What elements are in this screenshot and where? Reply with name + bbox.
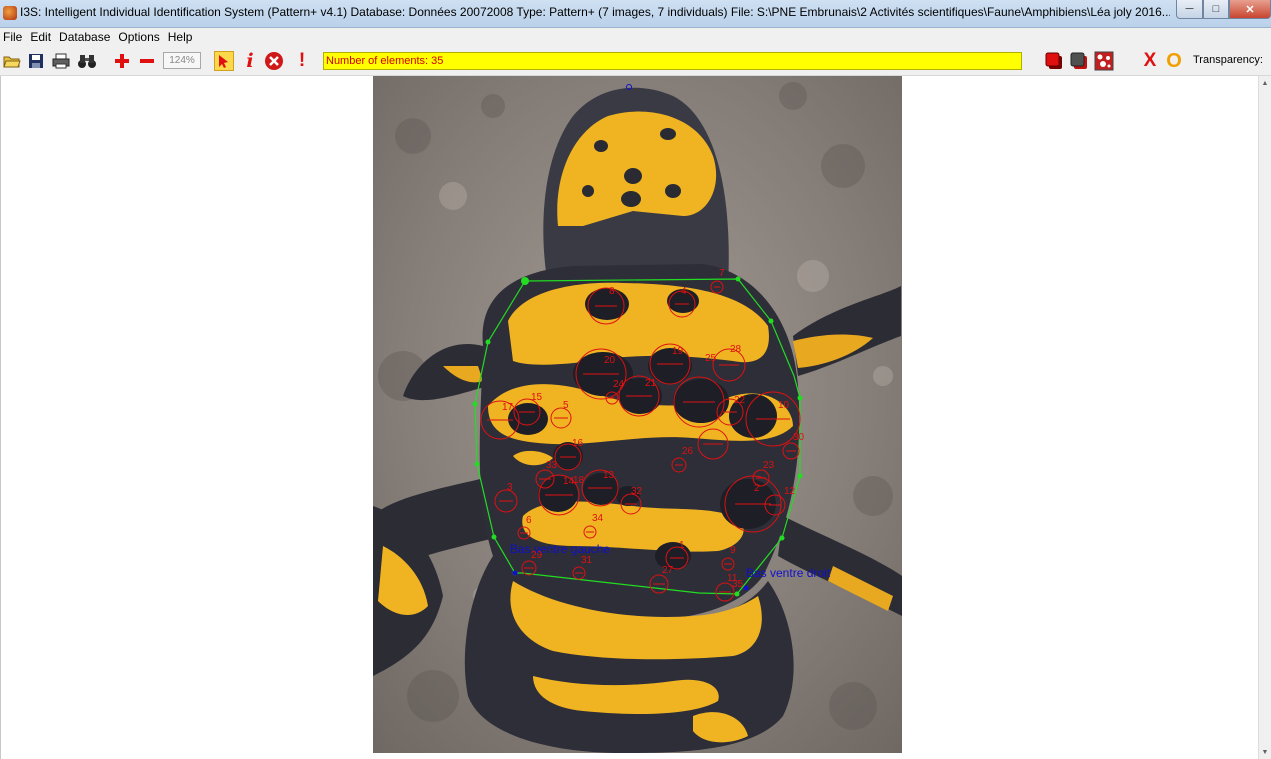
print-icon[interactable] [51,51,71,71]
title-bar: I3S: Intelligent Individual Identificati… [0,0,1271,28]
svg-text:6: 6 [526,515,532,526]
reference-label-left: Bas ventre gauche [510,542,610,556]
svg-text:21: 21 [645,378,657,389]
svg-text:10: 10 [778,400,790,411]
svg-text:17: 17 [502,402,514,413]
svg-text:2: 2 [754,483,760,494]
app-icon [3,6,17,20]
svg-text:34: 34 [592,513,604,524]
svg-text:27: 27 [662,565,674,576]
open-folder-icon[interactable] [2,51,22,71]
svg-text:33: 33 [546,460,558,471]
toolbar: 124% i ! Number of elements: 35 X O Tran… [0,46,1271,76]
transparency-label: Transparency: [1193,54,1263,66]
dark-square-icon[interactable] [1069,51,1089,71]
minimize-button[interactable]: ─ [1176,0,1203,19]
close-icon: ✕ [1245,3,1255,16]
zoom-out-icon[interactable] [137,51,157,71]
svg-text:30: 30 [793,432,805,443]
minimize-icon: ─ [1185,3,1194,15]
svg-text:32: 32 [631,486,643,497]
svg-text:4: 4 [681,286,687,297]
info-icon[interactable]: i [240,50,260,72]
warning-icon[interactable]: ! [292,50,312,71]
svg-text:18: 18 [573,475,585,486]
maximize-button[interactable]: □ [1203,0,1229,19]
svg-text:28: 28 [730,344,742,355]
svg-text:8: 8 [609,286,615,297]
svg-text:9: 9 [730,545,736,556]
menu-file[interactable]: File [0,30,26,44]
svg-text:31: 31 [581,555,593,566]
x-icon[interactable]: X [1140,50,1160,71]
zoom-level-field[interactable]: 124% [163,52,201,69]
zoom-in-icon[interactable] [112,51,132,71]
image-canvas[interactable]: 7 8 4 20 19 25 28 24 21 22 10 17 15 5 16… [0,76,1258,759]
vertical-scrollbar[interactable]: ▲ ▼ [1258,76,1271,759]
scroll-up-icon[interactable]: ▲ [1259,77,1271,89]
window-title: I3S: Intelligent Individual Identificati… [20,5,1170,19]
svg-text:35: 35 [732,579,744,590]
close-button[interactable]: ✕ [1229,0,1271,19]
svg-text:12: 12 [784,486,796,497]
svg-text:19: 19 [672,346,684,357]
svg-text:5: 5 [563,400,569,411]
red-square-icon[interactable] [1044,51,1064,71]
maximize-icon: □ [1212,3,1220,15]
menu-bar: File Edit Database Options Help [0,28,1271,46]
svg-text:22: 22 [734,395,746,406]
save-icon[interactable] [26,51,46,71]
svg-text:20: 20 [604,355,616,366]
menu-edit[interactable]: Edit [26,30,55,44]
svg-text:1: 1 [679,540,685,551]
svg-text:3: 3 [507,482,513,493]
cancel-icon[interactable] [264,51,284,71]
scroll-down-icon[interactable]: ▼ [1259,746,1271,758]
svg-text:16: 16 [572,438,584,449]
pattern-icon[interactable] [1094,51,1114,71]
svg-text:13: 13 [603,470,615,481]
svg-text:25: 25 [705,353,717,364]
menu-database[interactable]: Database [55,30,114,44]
svg-text:26: 26 [682,446,694,457]
menu-help[interactable]: Help [164,30,197,44]
svg-text:23: 23 [763,460,775,471]
status-element-count: Number of elements: 35 [323,52,1022,70]
reference-label-right: Bas ventre droit [746,566,831,580]
o-icon[interactable]: O [1164,50,1184,72]
svg-text:7: 7 [719,268,725,279]
select-arrow-icon[interactable] [214,51,234,71]
binoculars-icon[interactable] [77,51,97,71]
toad-photo[interactable]: 7 8 4 20 19 25 28 24 21 22 10 17 15 5 16… [373,76,902,753]
svg-text:24: 24 [613,379,625,390]
svg-text:15: 15 [531,392,543,403]
menu-options[interactable]: Options [114,30,163,44]
